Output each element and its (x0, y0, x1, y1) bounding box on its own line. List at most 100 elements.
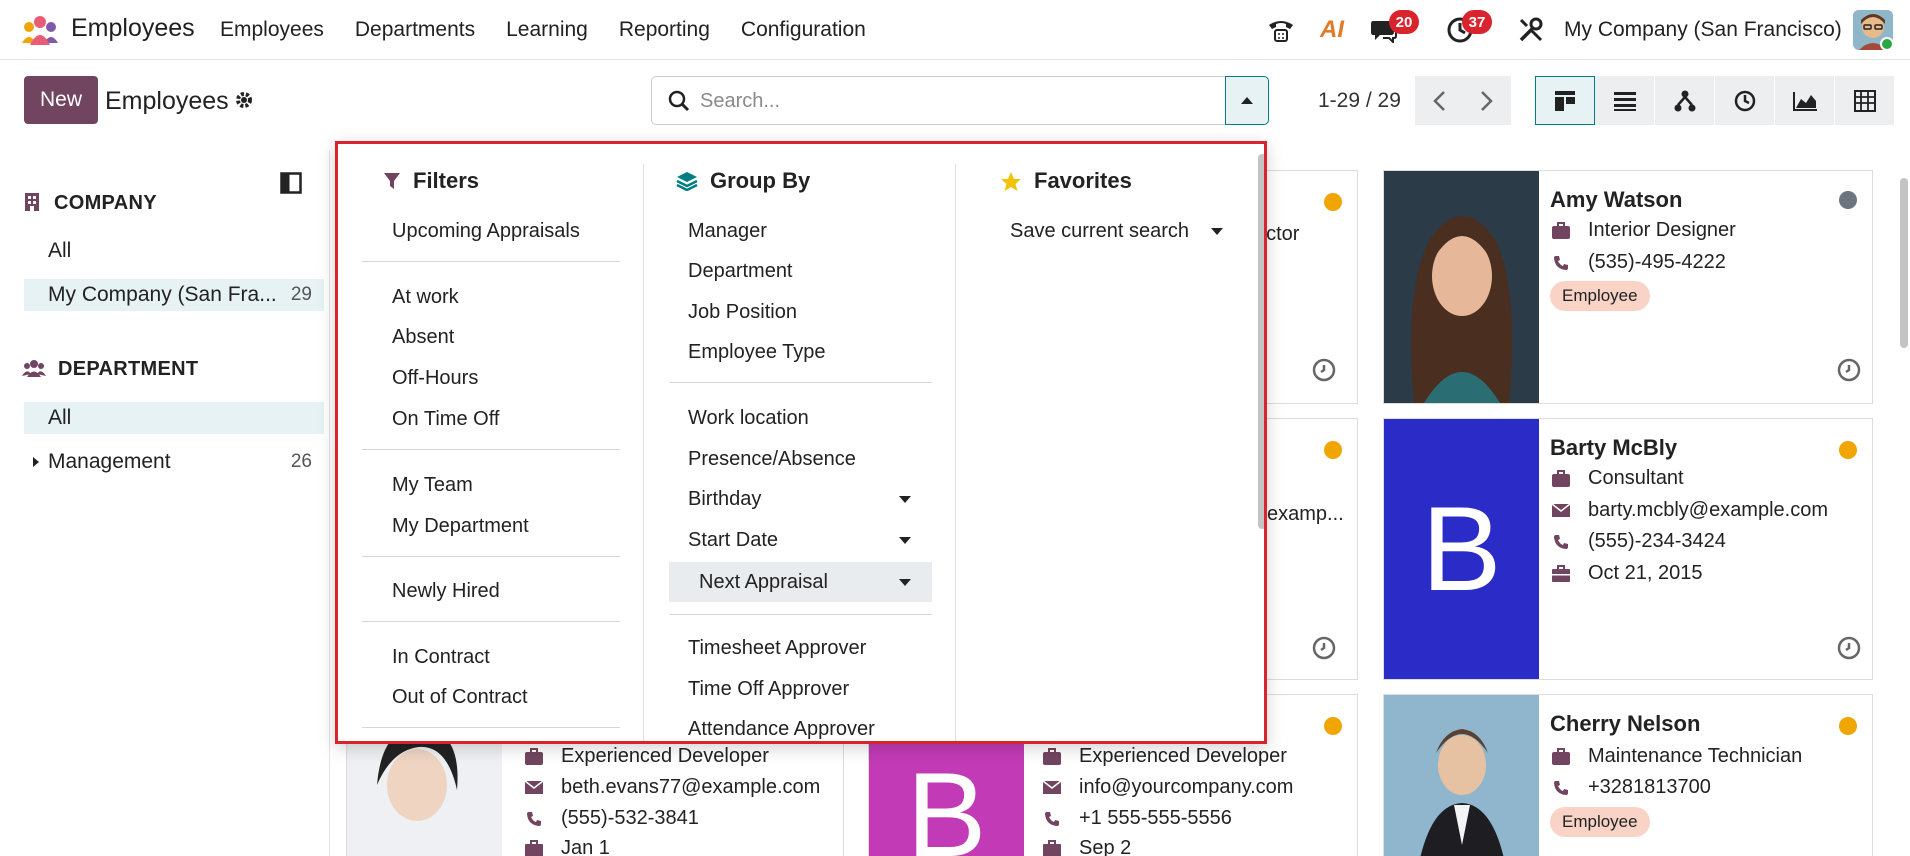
caret-down-icon[interactable] (899, 496, 911, 503)
pager-previous-button[interactable] (1415, 76, 1463, 125)
activity-clock-icon[interactable] (1836, 357, 1862, 383)
menu-departments[interactable]: Departments (355, 18, 475, 42)
filter-at-work[interactable]: At work (392, 279, 459, 315)
ai-icon[interactable]: AI (1316, 14, 1348, 46)
groupby-employee-type[interactable]: Employee Type (676, 334, 940, 370)
main-menu: Employees Departments Learning Reporting… (220, 18, 897, 42)
activity-clock-icon[interactable] (1311, 357, 1337, 383)
filter-on-time-off[interactable]: On Time Off (392, 401, 499, 437)
sidebar-collapse-icon[interactable] (280, 172, 302, 194)
menu-learning[interactable]: Learning (506, 18, 588, 42)
menu-reporting[interactable]: Reporting (619, 18, 710, 42)
gear-icon[interactable] (234, 90, 254, 110)
groupby-presence-absence[interactable]: Presence/Absence (676, 441, 940, 477)
menu-configuration[interactable]: Configuration (741, 18, 866, 42)
groupby-department[interactable]: Department (676, 253, 940, 289)
phone-icon (1550, 252, 1572, 274)
employee-phone: +1 555-555-5556 (1041, 807, 1232, 830)
pivot-view-button[interactable] (1835, 76, 1895, 125)
activity-view-button[interactable] (1715, 76, 1775, 125)
activity-clock-icon[interactable] (1836, 635, 1862, 661)
groupby-job-position[interactable]: Job Position (676, 294, 940, 330)
pager-value[interactable]: 1-29 / 29 (1318, 89, 1401, 113)
groupby-attendance-approver[interactable]: Attendance Approver (676, 711, 940, 741)
tools-icon[interactable] (1515, 14, 1547, 46)
chevron-right-icon (1481, 90, 1493, 111)
employee-job: Experienced Developer (1041, 745, 1287, 768)
phone-icon (1041, 808, 1063, 830)
employee-date: Sep 2 (1041, 837, 1131, 856)
pager-next-button[interactable] (1463, 76, 1511, 125)
kanban-view-button[interactable] (1535, 76, 1595, 125)
status-dot (1839, 441, 1857, 459)
activity-clock-icon[interactable] (1311, 635, 1337, 661)
graph-view-button[interactable] (1775, 76, 1835, 125)
filter-out-of-contract[interactable]: Out of Contract (392, 679, 528, 715)
groupby-time-off-approver[interactable]: Time Off Approver (676, 671, 940, 707)
status-dot (1839, 191, 1857, 209)
employee-phone-label: +1 555-555-5556 (1079, 807, 1232, 829)
groupby-timesheet-approver[interactable]: Timesheet Approver (676, 630, 940, 666)
search-bar[interactable] (651, 76, 1226, 125)
new-button[interactable]: New (24, 76, 98, 124)
filter-in-contract[interactable]: In Contract (392, 639, 490, 675)
caret-down-icon[interactable] (899, 537, 911, 544)
filter-separator (362, 261, 620, 262)
filter-off-hours[interactable]: Off-Hours (392, 360, 478, 396)
caret-down-icon[interactable] (899, 579, 911, 586)
groupby-column: Group By Manager Department Job Position… (644, 144, 950, 741)
employee-email-label: barty.mcbly@example.com (1588, 499, 1828, 521)
page-title: Employees (105, 87, 229, 115)
app-name[interactable]: Employees (71, 14, 195, 43)
search-input[interactable] (700, 87, 1200, 115)
filter-newly-hired[interactable]: Newly Hired (392, 573, 500, 609)
list-view-button[interactable] (1595, 76, 1655, 125)
filter-separator (362, 556, 620, 557)
search-icon (668, 90, 690, 112)
sidebar-item-label: My Company (San Fra... (48, 283, 277, 306)
sidebar-item-count: 29 (290, 284, 312, 305)
filter-my-department[interactable]: My Department (392, 508, 529, 544)
employee-phone-label: (555)-234-3424 (1588, 530, 1726, 552)
filter-absent[interactable]: Absent (392, 319, 454, 355)
filter-my-team[interactable]: My Team (392, 467, 473, 503)
page-scrollbar[interactable] (1900, 178, 1908, 348)
employee-card-barty-mcbly[interactable]: B Barty McBly Consultant barty.mcbly@exa… (1383, 418, 1873, 680)
employee-card-cherry-nelson[interactable]: Cherry Nelson Maintenance Technician +32… (1383, 694, 1873, 856)
employee-job-label: Experienced Developer (1079, 745, 1287, 767)
hierarchy-view-button[interactable] (1655, 76, 1715, 125)
groupby-work-location[interactable]: Work location (676, 400, 940, 436)
status-dot (1324, 717, 1342, 735)
activity-badge: 37 (1462, 10, 1492, 34)
groupby-next-appraisal[interactable]: Next Appraisal (669, 562, 932, 602)
filter-upcoming-appraisals[interactable]: Upcoming Appraisals (392, 213, 580, 249)
save-current-search[interactable]: Save current search (1010, 213, 1189, 249)
phone-icon[interactable] (1265, 14, 1297, 46)
dropdown-scrollbar[interactable] (1258, 154, 1264, 529)
menu-employees[interactable]: Employees (220, 18, 324, 42)
caret-right-icon[interactable] (32, 456, 40, 468)
employees-app-icon[interactable] (20, 15, 60, 45)
employee-job-label: Maintenance Technician (1588, 745, 1803, 767)
caret-down-icon[interactable] (1211, 228, 1223, 235)
employee-date-label: Oct 21, 2015 (1588, 562, 1703, 584)
sidebar-item-count: 26 (290, 451, 312, 472)
table-icon (1853, 89, 1876, 112)
sidebar-company-all[interactable]: All (24, 235, 324, 267)
sidebar-item-label: Management (48, 450, 171, 473)
employee-initial-avatar: B (1384, 419, 1539, 679)
sidebar-item-label: All (48, 239, 72, 262)
employee-card-amy-watson[interactable]: Amy Watson Interior Designer (535)-495-4… (1383, 170, 1873, 404)
search-panel-dropdown: Filters Upcoming Appraisals At work Abse… (335, 141, 1267, 744)
sidebar-company-my-company[interactable]: My Company (San Fra... 29 (24, 279, 324, 311)
avatar-initial: B (906, 748, 987, 856)
sidebar-department-management[interactable]: Management 26 (24, 446, 324, 478)
briefcase-icon (523, 746, 545, 768)
company-switcher[interactable]: My Company (San Francisco) (1564, 18, 1842, 42)
groupby-manager[interactable]: Manager (676, 213, 940, 249)
employee-phone: (555)-234-3424 (1550, 530, 1726, 553)
search-options-toggle[interactable] (1225, 76, 1269, 125)
sidebar-department-all[interactable]: All (24, 402, 324, 434)
briefcase-icon (1550, 220, 1572, 242)
phone-icon (523, 808, 545, 830)
